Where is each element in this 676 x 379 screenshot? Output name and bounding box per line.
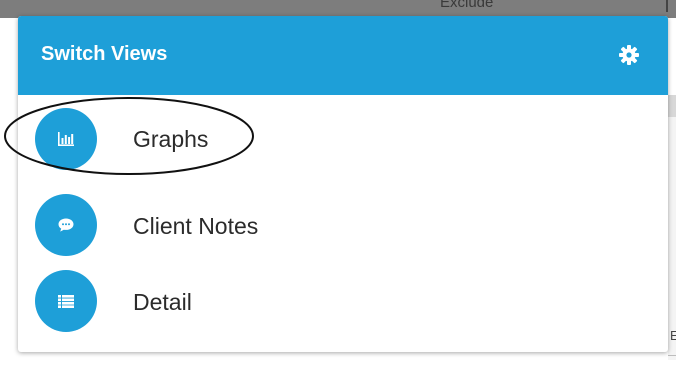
view-item-client-notes[interactable]: Client Notes xyxy=(18,178,668,258)
detail-icon-badge xyxy=(35,270,97,332)
dialog-title: Switch Views xyxy=(41,43,168,65)
background-left-margin xyxy=(0,18,18,379)
speech-bubble-icon xyxy=(58,218,74,232)
gear-icon xyxy=(619,45,639,65)
background-divider xyxy=(666,0,668,12)
graphs-icon-badge xyxy=(35,108,97,170)
switch-views-dialog: Switch Views Graphs Client Notes Detail xyxy=(18,16,668,352)
client-notes-icon-badge xyxy=(35,194,97,256)
background-edge-glyph: E xyxy=(670,328,676,343)
bar-chart-icon xyxy=(58,132,74,146)
background-column-header: Exclude xyxy=(440,0,494,11)
view-item-graphs[interactable]: Graphs xyxy=(18,95,668,178)
view-label-client-notes: Client Notes xyxy=(133,213,259,239)
view-list: Graphs Client Notes Detail xyxy=(18,95,668,338)
view-label-graphs: Graphs xyxy=(133,126,209,152)
dialog-header: Switch Views xyxy=(18,16,668,95)
list-icon xyxy=(58,294,74,308)
background-row-marker xyxy=(668,95,676,117)
view-label-detail: Detail xyxy=(133,289,192,315)
background-row-divider xyxy=(668,355,676,356)
settings-button[interactable] xyxy=(616,42,642,68)
background-bottom-margin xyxy=(0,360,676,379)
view-item-detail[interactable]: Detail xyxy=(18,258,668,338)
